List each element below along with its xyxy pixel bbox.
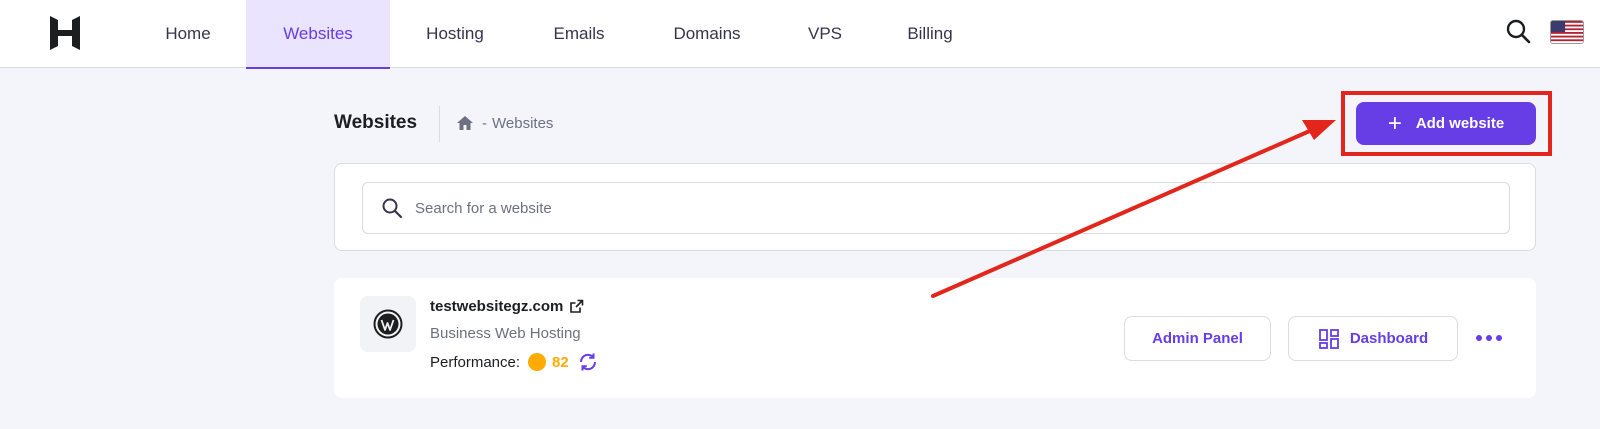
- nav-item-label: Emails: [553, 24, 605, 43]
- more-options-button[interactable]: [1472, 324, 1506, 352]
- nav-item-label: Home: [165, 24, 211, 43]
- breadcrumb-separator: -: [482, 114, 487, 132]
- breadcrumb: - Websites: [456, 114, 553, 132]
- dashboard-label: Dashboard: [1349, 330, 1429, 347]
- search-icon[interactable]: [1505, 18, 1531, 44]
- nav-item-websites[interactable]: Websites: [246, 0, 390, 69]
- hosting-plan: Business Web Hosting: [430, 325, 581, 342]
- search-card: [334, 163, 1536, 251]
- nav-item-billing[interactable]: Billing: [874, 0, 986, 68]
- nav-item-hosting[interactable]: Hosting: [390, 0, 520, 68]
- page-title: Websites: [334, 112, 418, 133]
- breadcrumb-current: Websites: [492, 114, 554, 132]
- nav-item-label: Domains: [673, 24, 741, 43]
- search-icon: [382, 198, 403, 219]
- search-input[interactable]: [415, 199, 1475, 217]
- dashboard-button[interactable]: Dashboard: [1288, 316, 1458, 361]
- nav-item-label: Hosting: [426, 24, 484, 43]
- admin-panel-label: Admin Panel: [1152, 330, 1243, 347]
- nav-item-home[interactable]: Home: [130, 0, 246, 68]
- performance-status-dot: [528, 353, 547, 371]
- search-box[interactable]: [362, 182, 1510, 234]
- performance-label: Performance:: [430, 353, 521, 371]
- title-divider: [439, 106, 440, 142]
- website-card: testwebsitegz.com Business Web Hosting P…: [334, 278, 1536, 398]
- hostinger-logo-icon[interactable]: [50, 16, 80, 50]
- admin-panel-button[interactable]: Admin Panel: [1124, 316, 1271, 361]
- nav-item-label: Websites: [283, 24, 353, 43]
- top-navigation-bar: Home Websites Hosting Emails Domains VPS…: [0, 0, 1600, 69]
- wordpress-icon: [373, 309, 403, 339]
- nav-item-label: Billing: [907, 24, 953, 43]
- performance-row: Performance: 82: [430, 351, 599, 373]
- website-domain-label: testwebsitegz.com: [430, 298, 564, 315]
- website-thumbnail: [360, 296, 416, 352]
- nav-item-emails[interactable]: Emails: [520, 0, 638, 68]
- external-link-icon[interactable]: [569, 299, 584, 314]
- dashboard-icon: [1318, 328, 1339, 349]
- nav-item-vps[interactable]: VPS: [776, 0, 874, 68]
- main-nav: Home Websites Hosting Emails Domains VPS…: [130, 0, 986, 69]
- nav-item-label: VPS: [807, 24, 843, 43]
- plus-icon: +: [1387, 109, 1402, 137]
- performance-score: 82: [552, 353, 569, 371]
- nav-item-domains[interactable]: Domains: [638, 0, 776, 68]
- home-icon[interactable]: [456, 114, 474, 132]
- refresh-icon[interactable]: [577, 351, 599, 373]
- website-domain[interactable]: testwebsitegz.com: [430, 298, 584, 315]
- add-website-label: Add website: [1415, 115, 1505, 132]
- us-flag-icon[interactable]: [1550, 20, 1584, 44]
- add-website-button[interactable]: + Add website: [1356, 102, 1536, 145]
